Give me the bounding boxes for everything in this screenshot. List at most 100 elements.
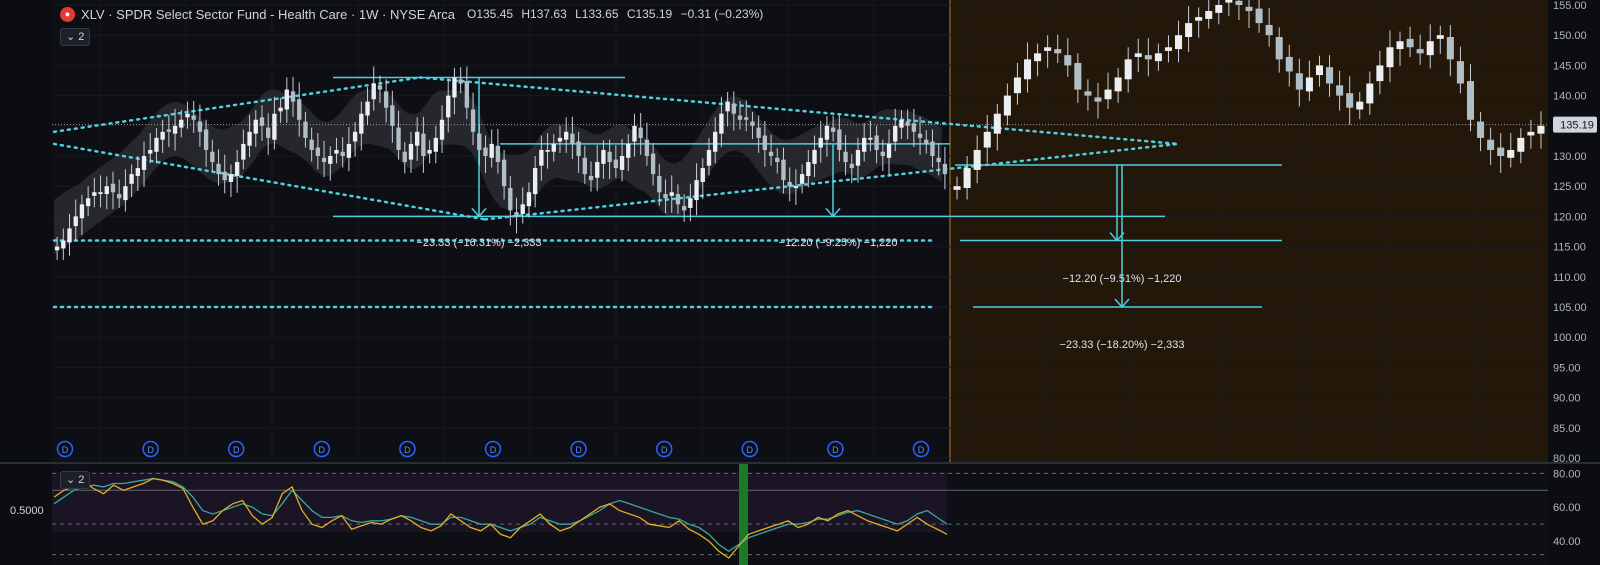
candle-body (750, 121, 755, 126)
price-tick-label: 155.00 (1553, 0, 1587, 12)
candle-body (92, 192, 97, 196)
projected-candle-body (1023, 59, 1032, 80)
price-tick-label: 150.00 (1553, 30, 1587, 42)
dividend-marker-label: D (233, 445, 240, 455)
candle-body (371, 83, 376, 100)
candle-body (104, 186, 109, 195)
candle-body (210, 151, 215, 163)
candle-body (98, 192, 103, 195)
candle-body (539, 149, 544, 166)
candle-body (377, 85, 383, 90)
projected-candle-body (1356, 101, 1364, 110)
projected-candle-body (1295, 73, 1303, 90)
candle-body (855, 149, 861, 166)
osc-collapse-count: 2 (78, 474, 85, 486)
projected-candle-body (953, 186, 961, 190)
projected-candle-body (1406, 38, 1414, 48)
candle-body (315, 147, 321, 156)
projected-candle-body (1094, 97, 1102, 102)
candle-body (197, 121, 203, 132)
candle-body (117, 194, 122, 199)
osc-collapse-button[interactable]: ⌄ 2 (60, 471, 91, 489)
projected-candle-body (1507, 149, 1515, 158)
candle-body (520, 204, 525, 214)
projected-candle-body (1275, 37, 1283, 60)
projected-candle-body (1164, 47, 1172, 51)
candle-body (663, 194, 668, 199)
osc-tick-label: 80.00 (1553, 468, 1581, 480)
osc-axis[interactable]: 80.00 60.00 40.00 (1553, 468, 1581, 548)
candle-body (557, 137, 563, 142)
candle-body (775, 157, 780, 163)
projected-candle-body (1185, 23, 1193, 38)
price-tick-label: 115.00 (1553, 242, 1586, 254)
price-tick-label: 125.00 (1553, 181, 1587, 193)
candle-body (433, 137, 438, 152)
candle-body (942, 163, 948, 175)
candle-body (787, 181, 792, 187)
candle-body (247, 131, 252, 146)
projected-candle-body (1436, 35, 1444, 39)
open-value: O135.45 (467, 7, 514, 21)
price-tick-label: 145.00 (1553, 60, 1587, 72)
candle-body (309, 139, 314, 150)
candle-body (228, 174, 234, 182)
projected-candle-body (983, 131, 991, 148)
candle-body (241, 143, 246, 160)
candle-body (191, 115, 196, 120)
projected-candle-body (1175, 35, 1183, 50)
price-tick-label: 130.00 (1553, 151, 1587, 163)
candle-body (67, 228, 72, 243)
candle-body (886, 143, 892, 158)
projected-candle-body (1013, 77, 1021, 94)
dividend-marker-label: D (747, 445, 754, 455)
projected-candle-body (1003, 95, 1011, 116)
projected-candle-body (1285, 56, 1293, 72)
projected-candle-body (1255, 8, 1263, 24)
projected-candle-body (1456, 61, 1464, 84)
candle-body (464, 81, 470, 108)
dividend-marker-label: D (319, 445, 326, 455)
candle-body (328, 156, 333, 164)
candle-body (570, 133, 575, 144)
candle-body (576, 141, 581, 156)
candle-body (719, 113, 724, 134)
dividend-marker-label: D (918, 445, 925, 455)
candle-body (85, 198, 91, 207)
projected-candle-body (1326, 67, 1334, 84)
chart-canvas[interactable]: −23.33 (−16.31%) −2,333 −12.20 (−9.25%) −… (0, 0, 1600, 565)
candle-body (725, 101, 730, 112)
projected-candle-body (1225, 0, 1233, 3)
candle-body (756, 127, 761, 138)
candle-body (532, 168, 538, 195)
candle-body (632, 125, 637, 142)
candle-body (706, 149, 712, 166)
candle-body (837, 129, 842, 150)
last-price-text: 135.19 (1560, 120, 1594, 132)
candle-body (607, 151, 612, 163)
main-collapse-button[interactable]: ⌄ 2 (60, 28, 91, 46)
projected-candle-body (1376, 65, 1384, 82)
projected-candle-body (1245, 6, 1253, 12)
candle-body (303, 121, 308, 138)
candle-body (626, 143, 631, 158)
high-value: H137.63 (521, 7, 567, 21)
projected-candle-body (1487, 139, 1495, 150)
candle-body (669, 192, 674, 196)
candle-body (731, 103, 736, 114)
projected-candle-body (1044, 47, 1052, 51)
candle-body (390, 105, 395, 126)
osc-signal-highlight (739, 464, 748, 565)
candle-body (383, 91, 389, 108)
candle-body (545, 149, 550, 152)
candle-body (160, 131, 165, 140)
symbol-header[interactable]: ● XLV · SPDR Select Sector Fund - Health… (60, 5, 768, 23)
candle-body (650, 153, 656, 175)
projected-candle-body (1537, 125, 1545, 134)
candle-body (446, 95, 451, 118)
candle-body (166, 129, 172, 132)
projected-candle-body (1084, 91, 1092, 96)
dividend-marker-label: D (147, 445, 154, 455)
symbol-title[interactable]: XLV · SPDR Select Sector Fund - Health C… (81, 7, 455, 22)
projected-candle-body (1497, 147, 1505, 156)
